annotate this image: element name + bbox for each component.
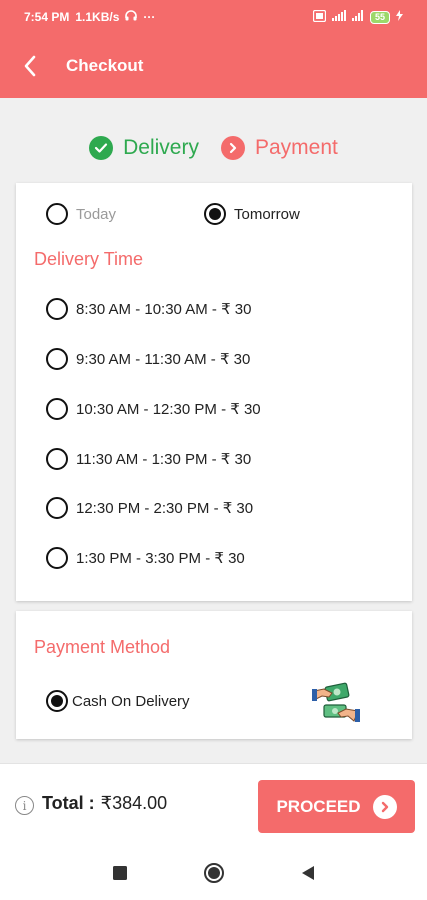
- time-slot[interactable]: 11:30 AM - 1:30 PM - ₹ 30: [46, 448, 251, 470]
- system-nav-bar: [0, 845, 427, 900]
- radio-slot[interactable]: [46, 547, 68, 569]
- home-button[interactable]: [202, 861, 226, 885]
- status-speed: 1.1KB/s: [75, 10, 120, 24]
- radio-slot[interactable]: [46, 298, 68, 320]
- proceed-button[interactable]: PROCEED: [258, 780, 415, 833]
- radio-slot[interactable]: [46, 398, 68, 420]
- triangle-left-icon: [301, 865, 314, 880]
- check-circle-icon: [89, 136, 114, 160]
- radio-slot[interactable]: [46, 348, 68, 370]
- day-option-label: Tomorrow: [234, 205, 300, 223]
- radio-cod[interactable]: [46, 690, 68, 712]
- status-left: 7:54 PM 1.1KB/s ···: [24, 10, 155, 24]
- day-option-label: Today: [76, 205, 117, 223]
- battery-icon: 55: [369, 10, 390, 24]
- time-slot-label: 1:30 PM - 3:30 PM - ₹ 30: [76, 550, 245, 567]
- time-slot[interactable]: 12:30 PM - 2:30 PM - ₹ 30: [46, 497, 253, 519]
- status-more: ···: [143, 10, 156, 24]
- time-slot-label: 10:30 AM - 12:30 PM - ₹ 30: [76, 401, 261, 418]
- recents-button[interactable]: [108, 861, 132, 885]
- payment-method-title: Payment Method: [34, 637, 171, 657]
- proceed-label: PROCEED: [276, 796, 361, 816]
- charging-icon: [396, 10, 403, 24]
- delivery-time-title: Delivery Time: [34, 249, 144, 269]
- time-slot-label: 9:30 AM - 11:30 AM - ₹ 30: [76, 351, 251, 368]
- status-time: 7:54 PM: [24, 10, 70, 24]
- square-icon: [112, 865, 127, 880]
- time-slot[interactable]: 9:30 AM - 11:30 AM - ₹ 30: [46, 348, 250, 370]
- payment-option-label: Cash On Delivery: [72, 692, 190, 710]
- delivery-card: Today Tomorrow Delivery Time 8:30 AM - 1…: [16, 183, 412, 601]
- radio-tomorrow[interactable]: [204, 203, 226, 225]
- status-bar: 7:54 PM 1.1KB/s ··· 55: [0, 0, 427, 34]
- step-delivery-label: Delivery: [123, 136, 199, 159]
- payment-card: Payment Method Cash On Delivery: [16, 611, 412, 739]
- radio-today[interactable]: [46, 203, 68, 225]
- time-slot[interactable]: 8:30 AM - 10:30 AM - ₹ 30: [46, 298, 251, 320]
- total-label: Total :: [42, 793, 95, 813]
- signal-icon: [331, 10, 346, 24]
- step-delivery: Delivery: [89, 136, 199, 160]
- time-slot[interactable]: 10:30 AM - 12:30 PM - ₹ 30: [46, 398, 261, 420]
- back-nav-button[interactable]: [296, 861, 320, 885]
- day-option-tomorrow[interactable]: Tomorrow: [204, 203, 300, 225]
- back-button[interactable]: [0, 34, 60, 98]
- payment-option-cod[interactable]: Cash On Delivery: [46, 690, 190, 712]
- time-slot-label: 11:30 AM - 1:30 PM - ₹ 30: [76, 451, 252, 468]
- headphone-icon: [125, 10, 138, 24]
- step-payment-label: Payment: [254, 136, 338, 159]
- app-bar: Checkout: [0, 34, 427, 98]
- circle-icon: [203, 862, 224, 883]
- signal-icon-2: [351, 10, 364, 24]
- chevron-right-circle-icon: [372, 794, 397, 819]
- checkout-footer: i Total : ₹384.00 PROCEED: [0, 763, 427, 845]
- checkout-steps: Delivery Payment: [0, 128, 427, 168]
- time-slot[interactable]: 1:30 PM - 3:30 PM - ₹ 30: [46, 547, 245, 569]
- order-total: Total : ₹384.00: [42, 793, 167, 814]
- step-payment: Payment: [220, 136, 338, 160]
- page-title: Checkout: [66, 56, 144, 75]
- chevron-right-circle-icon: [220, 136, 245, 160]
- time-slot-label: 12:30 PM - 2:30 PM - ₹ 30: [76, 500, 254, 517]
- total-value: ₹384.00: [100, 793, 168, 813]
- arrow-left-icon: [24, 55, 36, 77]
- radio-slot[interactable]: [46, 448, 68, 470]
- status-right: 55: [312, 9, 403, 25]
- time-slot-label: 8:30 AM - 10:30 AM - ₹ 30: [76, 301, 252, 318]
- day-option-today[interactable]: Today: [46, 203, 116, 225]
- radio-slot[interactable]: [46, 497, 68, 519]
- cash-hands-icon: [312, 681, 360, 725]
- info-icon[interactable]: i: [15, 796, 34, 815]
- sim-icon: [312, 9, 327, 25]
